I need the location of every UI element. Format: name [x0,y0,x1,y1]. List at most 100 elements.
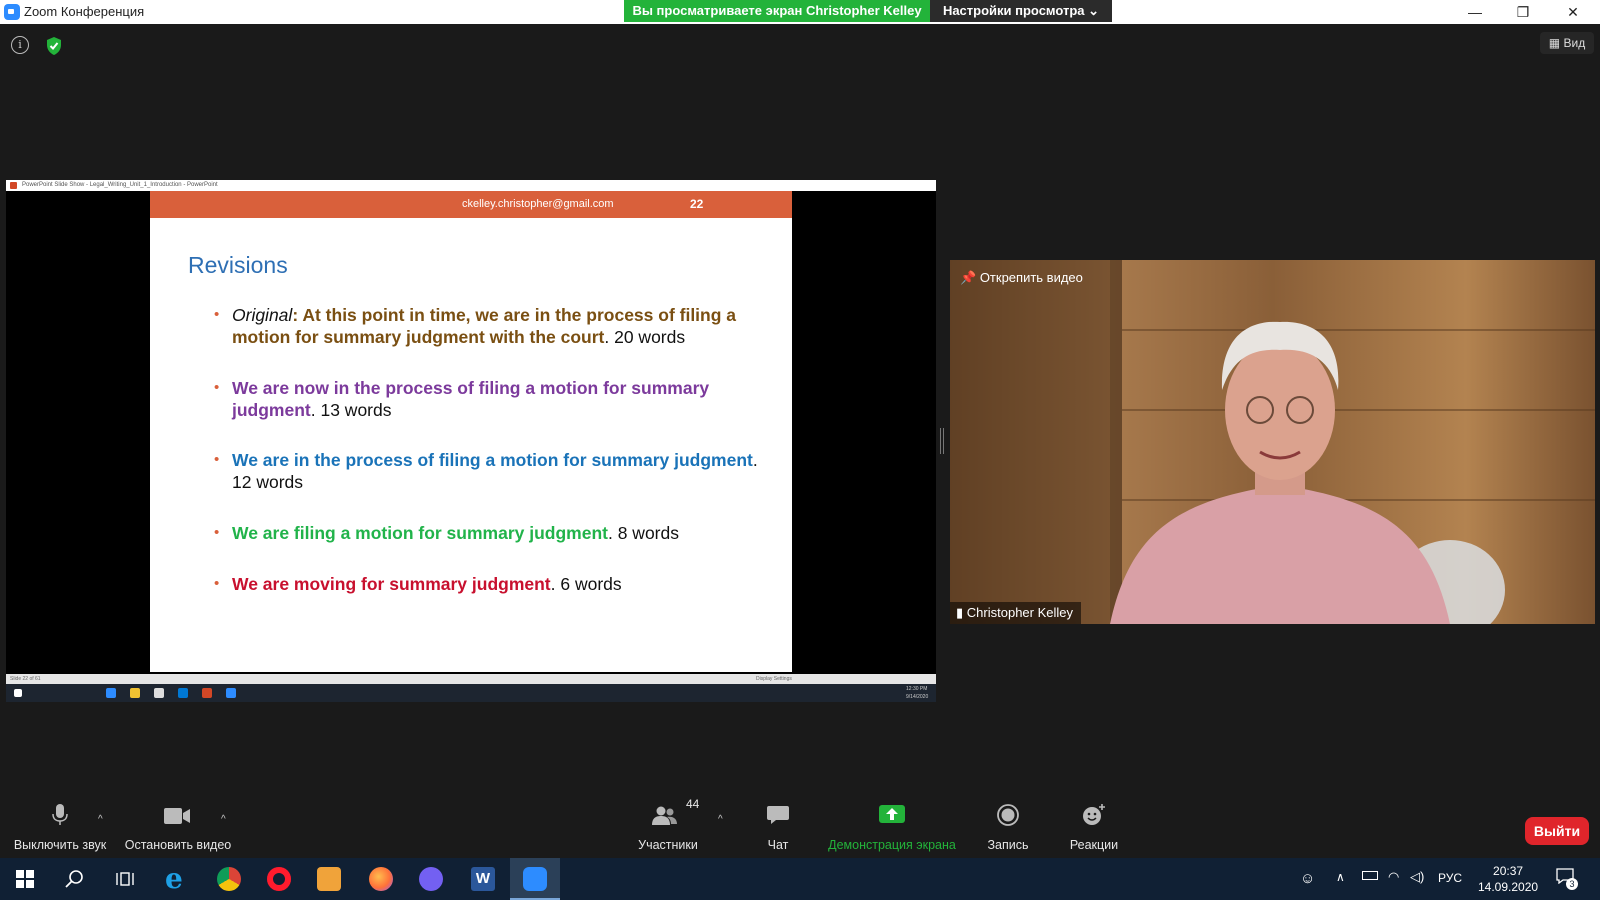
chrome-icon [217,867,241,891]
bullet-dot: • [214,379,220,396]
shared-clock: 12:30 PM 9/14/2020 [906,685,928,701]
bullet-dot: • [214,451,220,468]
reactions-label: Реакции [1069,838,1119,852]
bullet-text: We are filing a motion for summary judgm… [232,523,608,543]
taskbar-internet-explorer[interactable]: e [152,858,202,900]
chat-button[interactable]: Чат [752,800,804,857]
bullet-text: We are moving for summary judgment [232,574,551,594]
display-settings: Display Settings [756,676,792,682]
word-icon: W [471,867,495,891]
shared-date: 9/14/2020 [906,694,929,700]
participants-count: 44 [686,797,700,811]
zoom-app-icon [4,4,20,20]
clock-time: 20:37 [1493,864,1524,878]
chevron-down-icon: ⌄ [1088,3,1100,18]
record-button[interactable]: Запись [980,800,1036,857]
bullet-word-count: . 13 words [310,400,392,420]
share-screen-icon [879,805,905,823]
restore-button[interactable]: ❐ [1500,0,1546,24]
taskbar-chrome[interactable] [204,858,254,900]
emoji-icon [1083,804,1105,825]
chat-icon [767,806,789,824]
shared-screen: PowerPoint Slide Show - Legal_Writing_Un… [6,180,936,702]
bullet-text: We are in the process of filing a motion… [232,450,753,470]
action-center-button[interactable]: 3 [1556,868,1578,890]
screen-share-banner: Вы просматриваете экран Christopher Kell… [624,0,930,22]
view-button[interactable]: ▦ Вид [1540,32,1594,54]
video-options-chevron-icon[interactable]: ^ [221,814,226,825]
record-label: Запись [987,838,1029,852]
window-title: Zoom Конференция [24,4,145,19]
bullet-dot: • [214,306,220,323]
internet-explorer-icon: e [165,862,183,895]
slide-counter: Slide 22 of 61 [10,676,41,682]
participants-button[interactable]: 44 Участники [632,797,704,857]
language-indicator[interactable]: РУС [1438,871,1462,885]
search-button[interactable] [50,858,100,900]
people-app-icon [317,867,341,891]
reactions-button[interactable]: Реакции [1064,800,1124,857]
taskbar-viber[interactable] [406,858,456,900]
taskbar-firefox[interactable] [356,858,406,900]
share-screen-label: Демонстрация экрана [828,838,956,852]
participant-video[interactable]: 📌 Открепить видео ▮ Christopher Kelley [950,260,1595,624]
participants-options-chevron-icon[interactable]: ^ [718,814,723,825]
bullet-revision-1: • We are now in the process of filing a … [214,377,772,421]
powerpoint-icon [10,182,17,189]
bullet-original: • Original: At this point in time, we ar… [214,304,772,348]
stop-video-button[interactable]: Остановить видео [122,800,234,857]
participant-name-tag: ▮ Christopher Kelley [950,602,1081,624]
view-settings-dropdown[interactable]: Настройки просмотра ⌄ [930,0,1112,22]
chevron-up-icon[interactable]: ∧ [1336,870,1345,884]
taskbar-word[interactable]: W [458,858,508,900]
minimize-button[interactable]: — [1452,0,1498,24]
record-icon [997,804,1019,826]
powerpoint-window-title: PowerPoint Slide Show - Legal_Writing_Un… [22,182,218,188]
leave-meeting-button[interactable]: Выйти [1525,817,1589,845]
search-icon [65,870,83,888]
info-icon[interactable]: i [11,36,29,54]
taskbar-opera[interactable] [254,858,304,900]
close-button[interactable]: ✕ [1550,0,1596,24]
audio-options-chevron-icon[interactable]: ^ [98,814,103,825]
wifi-icon[interactable]: ◠ [1388,869,1399,885]
bullet-prefix: Original [232,305,293,325]
shield-icon[interactable] [45,36,63,56]
zoom-taskbar-icon [226,688,236,698]
task-view-button[interactable] [100,858,150,900]
share-screen-button[interactable]: Демонстрация экрана [826,800,958,857]
bullet-revision-2: • We are in the process of filing a moti… [214,449,772,493]
taskbar-people-app[interactable] [304,858,354,900]
shared-time: 12:30 PM [906,686,928,692]
camera-icon [164,808,190,824]
bullet-word-count: . 6 words [550,574,622,594]
mute-button[interactable]: Выключить звук [10,800,110,857]
title-bar: Zoom Конференция Вы просматриваете экран… [0,0,1600,24]
volume-icon[interactable]: ◁) [1410,869,1424,885]
windows-logo-icon [16,870,34,888]
opera-icon [267,867,291,891]
viber-icon [419,867,443,891]
unpin-video-label: Открепить видео [979,270,1083,285]
people-icon[interactable]: ☺ [1300,870,1315,887]
battery-icon[interactable] [1362,871,1378,880]
signal-strength-icon: ▮ [956,605,964,620]
bullet-word-count: . 8 words [607,523,679,543]
start-button[interactable] [0,858,50,900]
view-button-label: Вид [1563,36,1586,50]
unpin-video-button[interactable]: 📌 Открепить видео [960,270,1083,286]
splitter-handle[interactable] [940,428,944,454]
presentation-slide: ckelley.christopher@gmail.com 22 Revisio… [150,191,792,672]
taskbar-clock[interactable]: 20:37 14.09.2020 [1478,863,1538,895]
mute-label: Выключить звук [13,838,107,852]
taskbar-zoom[interactable] [510,858,560,900]
powerpoint-status-bar: Slide 22 of 61 Display Settings [6,674,936,684]
shared-taskbar: 12:30 PM 9/14/2020 [6,684,936,702]
participants-icon [652,806,677,825]
edge-icon [106,688,116,698]
bullet-dot: • [214,524,220,541]
stop-video-label: Остановить видео [124,838,232,852]
windows-taskbar: e W ☺ ∧ ◠ ◁) РУС 20:37 14.09.2020 3 [0,858,1600,900]
bullet-revision-4: • We are moving for summary judgment. 6 … [214,573,772,595]
slide-email: ckelley.christopher@gmail.com [462,198,614,210]
